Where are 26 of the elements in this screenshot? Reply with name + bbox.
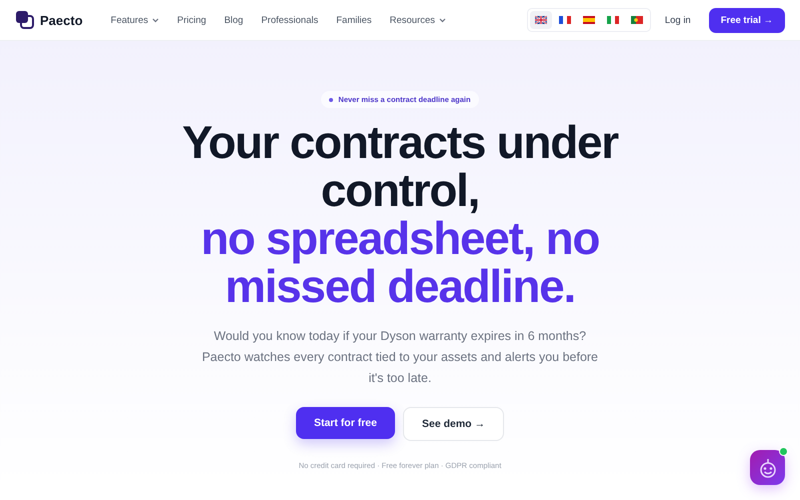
start-button[interactable]: Start for free xyxy=(296,407,395,439)
nav-link[interactable]: Pricing xyxy=(177,14,206,26)
nav-link[interactable]: Families xyxy=(336,14,372,26)
login-link[interactable]: Log in xyxy=(664,14,691,26)
headline-accent: no spreadsheet, no missed deadline. xyxy=(200,214,600,310)
nav-link[interactable]: Blog xyxy=(224,14,244,26)
brand-name[interactable]: Paecto xyxy=(40,12,83,28)
free-trial-button[interactable]: Free trial → xyxy=(708,8,785,32)
nav-link[interactable]: Features xyxy=(110,14,160,26)
uk-flag-icon xyxy=(534,16,547,24)
italy-flag-icon xyxy=(606,16,619,24)
logo-icon[interactable] xyxy=(16,11,34,29)
chevron-down-icon xyxy=(152,18,160,22)
dot-icon xyxy=(329,98,334,102)
smiley-robot-icon xyxy=(758,458,776,478)
spain-flag-icon xyxy=(582,16,595,24)
chevron-down-icon xyxy=(439,18,446,22)
nav-link[interactable]: Professionals xyxy=(261,14,318,26)
chat-button[interactable] xyxy=(750,450,785,485)
france-flag-icon xyxy=(558,16,571,24)
demo-button[interactable]: See demo → xyxy=(402,407,504,441)
headline: Your contracts under control, xyxy=(181,118,620,214)
portugal-flag-icon xyxy=(630,16,643,24)
hero-description: Would you know today if your Dyson warranty expires in 6 months? Paecto watches every contract tied to your assets and alerts you before it's too late. xyxy=(200,328,600,387)
language-option[interactable] xyxy=(530,11,552,29)
nav-link[interactable]: Resources xyxy=(390,14,446,26)
